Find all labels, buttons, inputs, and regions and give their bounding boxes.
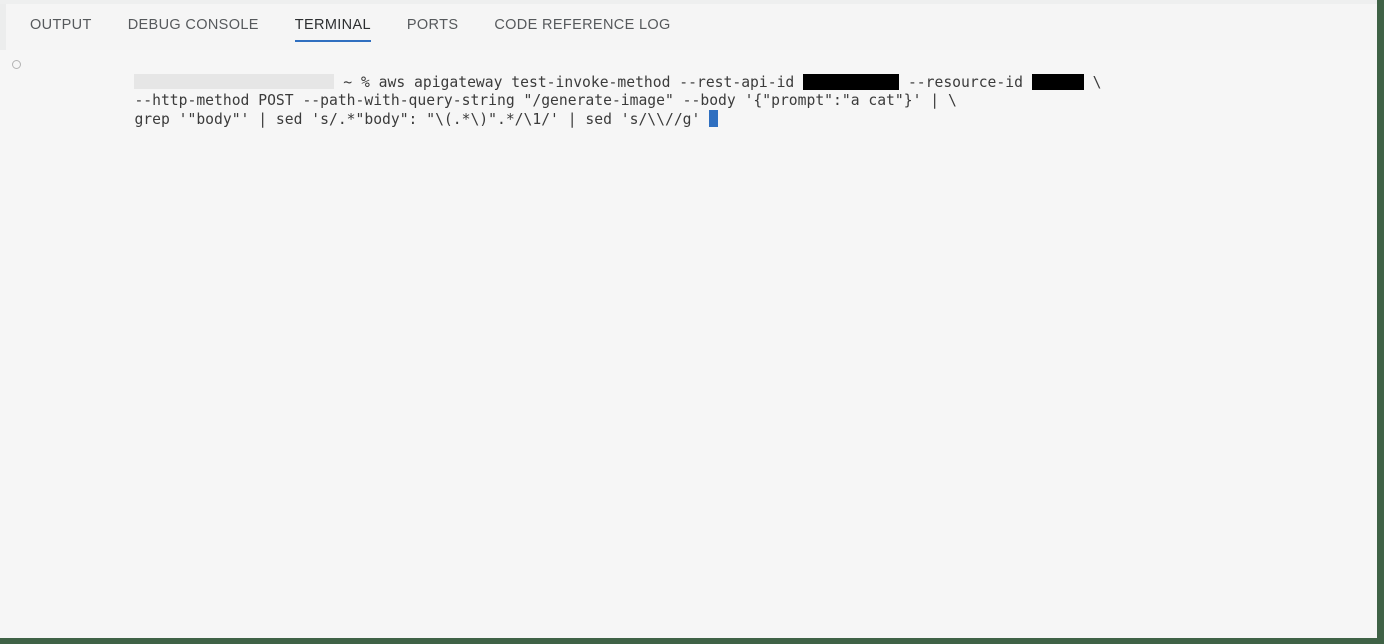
circle-icon[interactable] bbox=[12, 60, 21, 69]
terminal-line-2: --http-method POST --path-with-query-str… bbox=[0, 74, 1377, 109]
tab-output[interactable]: OUTPUT bbox=[30, 0, 92, 50]
window-frame: OUTPUT DEBUG CONSOLE TERMINAL PORTS CODE… bbox=[0, 0, 1384, 644]
panel-tab-bar: OUTPUT DEBUG CONSOLE TERMINAL PORTS CODE… bbox=[0, 0, 1377, 50]
terminal-line-3-text: grep '"body"' | sed 's/.*"body": "\(.*\)… bbox=[134, 110, 710, 128]
tab-output-label: OUTPUT bbox=[30, 17, 92, 33]
terminal-line-1: ~ % aws apigateway test-invoke-method --… bbox=[0, 55, 1377, 91]
tab-ports-label: PORTS bbox=[406, 17, 459, 33]
terminal-output: ~ % aws apigateway test-invoke-method --… bbox=[0, 55, 1377, 128]
tab-terminal-label: TERMINAL bbox=[294, 17, 371, 33]
terminal-line-3: grep '"body"' | sed 's/.*"body": "\(.*\)… bbox=[0, 92, 1377, 128]
tab-code-reference-log[interactable]: CODE REFERENCE LOG bbox=[494, 0, 670, 50]
tab-code-reference-log-label: CODE REFERENCE LOG bbox=[494, 17, 671, 33]
terminal-view[interactable]: ~ % aws apigateway test-invoke-method --… bbox=[0, 50, 1377, 638]
tab-terminal[interactable]: TERMINAL bbox=[294, 0, 371, 50]
tab-debug-console[interactable]: DEBUG CONSOLE bbox=[128, 0, 259, 50]
bottom-panel: OUTPUT DEBUG CONSOLE TERMINAL PORTS CODE… bbox=[0, 0, 1377, 638]
tab-terminal-underline bbox=[294, 40, 371, 42]
tab-debug-console-label: DEBUG CONSOLE bbox=[127, 17, 259, 33]
block-cursor bbox=[709, 110, 719, 128]
tab-ports[interactable]: PORTS bbox=[407, 0, 458, 50]
